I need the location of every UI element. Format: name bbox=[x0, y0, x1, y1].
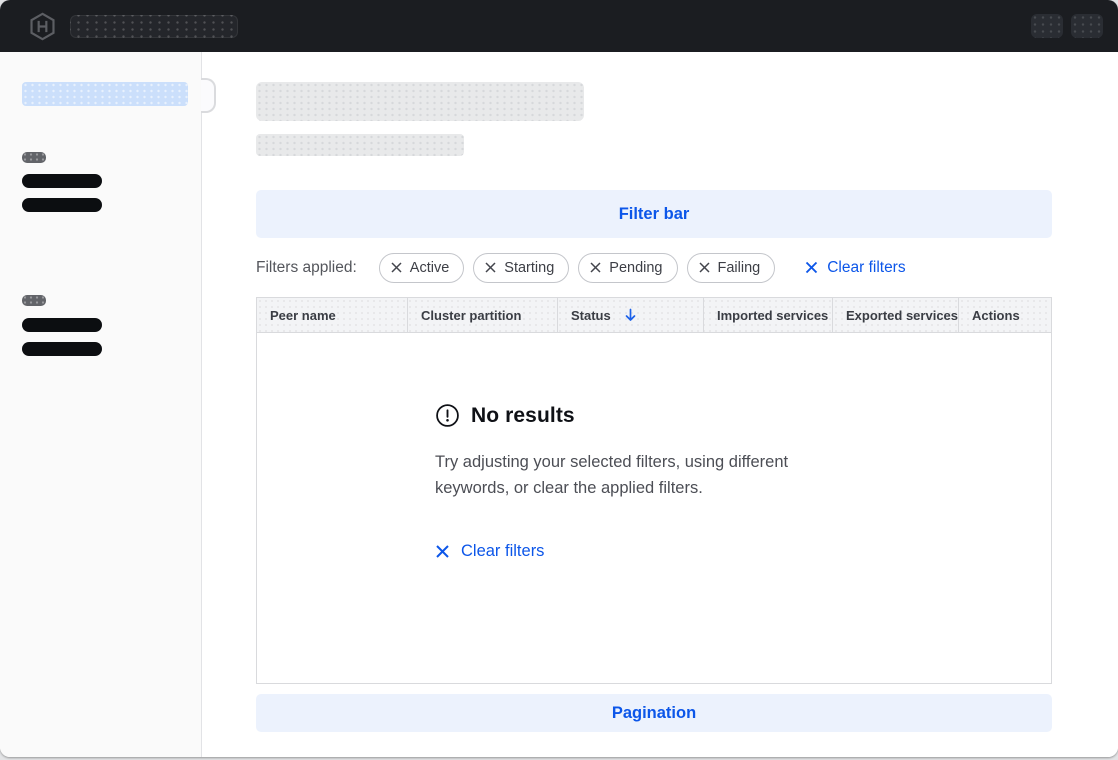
sidebar-section-label-skeleton bbox=[22, 295, 46, 306]
filter-chip-failing[interactable]: Failing bbox=[687, 253, 776, 283]
column-header-actions: Actions bbox=[959, 298, 1051, 332]
applied-filters-row: Filters applied: Active Starting bbox=[256, 252, 1052, 283]
hashicorp-logo-icon bbox=[28, 12, 57, 41]
main-content: Filter bar Filters applied: Active bbox=[203, 52, 1118, 757]
clear-filters-label: Clear filters bbox=[827, 259, 905, 277]
peers-table: Peer name Cluster partition Status Impor… bbox=[256, 297, 1052, 684]
sidebar-item-skeleton[interactable] bbox=[22, 174, 102, 188]
filter-bar-placeholder[interactable]: Filter bar bbox=[256, 190, 1052, 238]
filter-chip-label: Failing bbox=[718, 260, 761, 276]
filter-chip-label: Pending bbox=[609, 260, 662, 276]
sort-descending-icon[interactable] bbox=[624, 308, 637, 322]
filter-chip-label: Active bbox=[410, 260, 450, 276]
column-header-cluster-partition[interactable]: Cluster partition bbox=[408, 298, 558, 332]
remove-filter-icon[interactable] bbox=[391, 262, 402, 273]
pagination-label: Pagination bbox=[612, 704, 696, 723]
clear-filters-icon bbox=[435, 544, 450, 559]
page-subtitle-skeleton bbox=[256, 134, 464, 156]
pagination-placeholder[interactable]: Pagination bbox=[256, 694, 1052, 732]
filters-applied-label: Filters applied: bbox=[256, 259, 357, 277]
page-title-skeleton bbox=[256, 82, 584, 121]
column-header-peer-name[interactable]: Peer name bbox=[257, 298, 408, 332]
filter-chip-pending[interactable]: Pending bbox=[578, 253, 677, 283]
clear-filters-icon bbox=[805, 261, 818, 274]
table-empty-state: No results Try adjusting your selected f… bbox=[256, 333, 1052, 684]
table-header-row: Peer name Cluster partition Status Impor… bbox=[256, 297, 1052, 333]
column-header-status[interactable]: Status bbox=[558, 298, 704, 332]
sidebar-collapse-handle[interactable] bbox=[201, 78, 216, 113]
sidebar-item-skeleton[interactable] bbox=[22, 198, 102, 212]
empty-state-title: No results bbox=[471, 404, 575, 428]
sidebar-item-selected-skeleton[interactable] bbox=[22, 82, 188, 106]
app-window: Filter bar Filters applied: Active bbox=[0, 0, 1118, 757]
remove-filter-icon[interactable] bbox=[699, 262, 710, 273]
topbar-button-skeleton[interactable] bbox=[1031, 14, 1063, 38]
clear-filters-link[interactable]: Clear filters bbox=[805, 259, 905, 277]
sidebar-section-label-skeleton bbox=[22, 152, 46, 163]
sidebar-item-skeleton[interactable] bbox=[22, 342, 102, 356]
filter-chip-starting[interactable]: Starting bbox=[473, 253, 569, 283]
empty-state-description: Try adjusting your selected filters, usi… bbox=[435, 449, 855, 502]
column-header-exported-services[interactable]: Exported services bbox=[833, 298, 959, 332]
empty-state-clear-filters-label: Clear filters bbox=[461, 542, 544, 561]
top-navigation-bar bbox=[0, 0, 1118, 52]
filter-chip-active[interactable]: Active bbox=[379, 253, 465, 283]
global-search-input[interactable] bbox=[70, 15, 238, 38]
filter-bar-label: Filter bar bbox=[619, 205, 690, 224]
sidebar-item-skeleton[interactable] bbox=[22, 318, 102, 332]
remove-filter-icon[interactable] bbox=[485, 262, 496, 273]
sidebar-nav bbox=[0, 52, 202, 757]
filter-chip-label: Starting bbox=[504, 260, 554, 276]
column-header-imported-services[interactable]: Imported services bbox=[704, 298, 833, 332]
empty-state-clear-filters-link[interactable]: Clear filters bbox=[435, 542, 544, 561]
alert-circle-icon bbox=[435, 403, 460, 428]
topbar-button-skeleton[interactable] bbox=[1071, 14, 1103, 38]
remove-filter-icon[interactable] bbox=[590, 262, 601, 273]
